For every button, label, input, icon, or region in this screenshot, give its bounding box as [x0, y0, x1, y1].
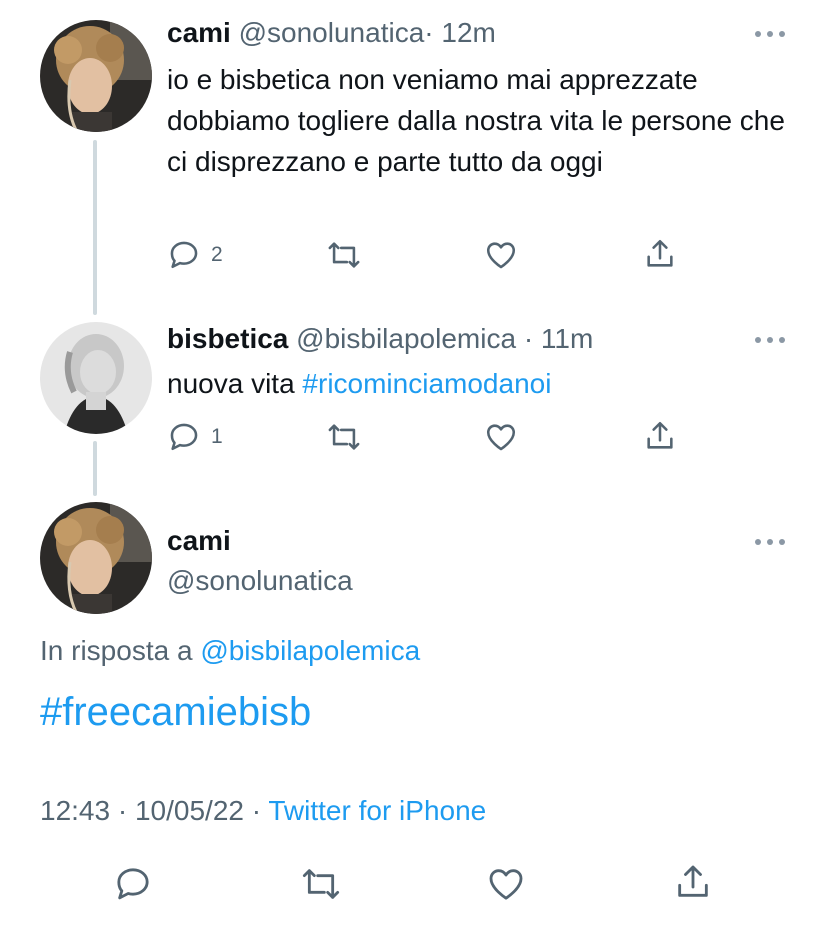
- dot-separator: ·: [251, 795, 262, 826]
- more-horizontal-icon[interactable]: [752, 28, 788, 40]
- avatar-bisbetica[interactable]: [40, 322, 152, 434]
- main-hashtag-link[interactable]: #freecamiebisb: [40, 688, 311, 736]
- reply-button[interactable]: 2: [167, 238, 223, 272]
- retweet-icon[interactable]: [325, 238, 363, 272]
- thread-line: [93, 140, 97, 315]
- timestamp[interactable]: 12m: [441, 17, 495, 48]
- reply-bubble-icon: [170, 423, 198, 451]
- share-upload-icon[interactable]: [643, 237, 677, 271]
- dot-separator: ·: [117, 795, 128, 826]
- heart-icon[interactable]: [484, 420, 518, 454]
- display-name[interactable]: cami: [167, 17, 231, 48]
- tweet-header: bisbetica @bisbilapolemica · 11m: [167, 322, 593, 356]
- reply-to-link[interactable]: @bisbilapolemica: [200, 635, 420, 666]
- reply-prefix: In risposta a: [40, 635, 193, 666]
- reply-count: 2: [211, 243, 223, 266]
- share-upload-icon[interactable]: [643, 419, 677, 453]
- tweet-header: cami @sonolunatica· 12m: [167, 16, 496, 50]
- reply-count: 1: [211, 425, 223, 448]
- timestamp[interactable]: 11m: [541, 323, 593, 354]
- reply-bubble-icon[interactable]: [113, 864, 153, 904]
- more-horizontal-icon[interactable]: [752, 536, 788, 548]
- main-display-name[interactable]: cami: [167, 524, 231, 558]
- tweet-text: nuova vita #ricominciamodanoi: [167, 363, 797, 404]
- heart-icon[interactable]: [486, 864, 526, 904]
- tweet-meta: 12:43 · 10/05/22 · Twitter for iPhone: [40, 794, 486, 828]
- thread-line: [93, 441, 97, 496]
- tweet-time[interactable]: 12:43: [40, 795, 110, 826]
- reply-bubble-icon: [170, 241, 198, 269]
- tweet-text: io e bisbetica non veniamo mai apprezzat…: [167, 64, 785, 177]
- more-horizontal-icon[interactable]: [752, 334, 788, 346]
- tweet-date[interactable]: 10/05/22: [135, 795, 244, 826]
- hashtag-link[interactable]: #ricominciamodanoi: [302, 368, 551, 399]
- share-upload-icon[interactable]: [673, 862, 713, 902]
- reply-button[interactable]: 1: [167, 420, 223, 454]
- avatar-cami[interactable]: [40, 20, 152, 132]
- avatar-cami[interactable]: [40, 502, 152, 614]
- display-name[interactable]: cami: [167, 525, 231, 556]
- retweet-icon[interactable]: [298, 864, 344, 904]
- tweet-source-link[interactable]: Twitter for iPhone: [268, 795, 486, 826]
- reply-context: In risposta a @bisbilapolemica: [40, 634, 420, 668]
- heart-icon[interactable]: [484, 238, 518, 272]
- dot-separator: ·: [523, 323, 534, 354]
- handle[interactable]: @bisbilapolemica: [296, 323, 516, 354]
- tweet-text-plain: nuova vita: [167, 368, 303, 399]
- display-name[interactable]: bisbetica: [167, 323, 288, 354]
- main-handle[interactable]: @sonolunatica: [167, 564, 353, 598]
- handle[interactable]: @sonolunatica: [239, 17, 425, 48]
- dot-separator: ·: [424, 17, 434, 48]
- retweet-icon[interactable]: [325, 420, 363, 454]
